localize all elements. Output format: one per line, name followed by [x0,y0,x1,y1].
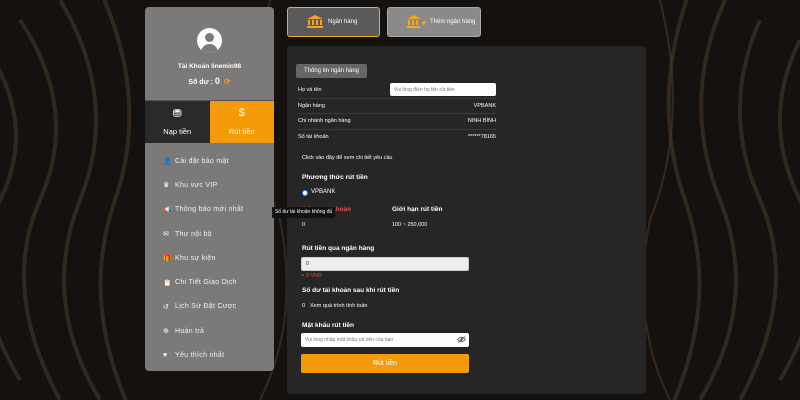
account-value: ******78165 [467,133,496,140]
deposit-icon: ⛃ [172,108,182,120]
add-bank-button-label: Thêm ngân hàng [430,19,476,25]
account-label: Số tài khoản [298,133,329,140]
menu-label: Thư nội bộ [175,230,212,238]
menu-item-bet-history[interactable]: ↺ Lịch Sử Đặt Cược [145,295,274,319]
bank-label: Ngân hàng [298,102,325,109]
branch-label: Chi nhánh ngân hàng [298,118,351,125]
account-sidebar: Tài Khoản linemin98 Số dư : 0 ⟳ ⛃ Nạp ti… [145,7,274,371]
menu-label: Chi Tiết Giao Dịch [175,279,237,287]
heart-icon: ♥ [163,352,168,360]
method-option-label: VPBANK [311,189,336,195]
gift-icon: 🎁 [163,255,173,263]
tab-deposit[interactable]: ⛃ Nạp tiền [145,101,210,143]
bank-withdraw-label: Rút tiền qua ngân hàng [302,245,375,252]
tab-withdraw[interactable]: $ Rút tiền [209,101,274,143]
menu-label: Khu sự kiện [175,254,216,262]
menu-item-favorites[interactable]: ♥ Yêu thích nhất [145,343,274,367]
info-row-bank: Ngân hàng VPBANK [298,97,496,114]
branch-value: NINH BÌNH [467,118,496,125]
withdraw-icon: $ [238,107,245,119]
after-balance-label: Số dư tài khoản sau khi rút tiền [302,287,400,294]
calc-process-link[interactable]: Xem quá trình tính toán [310,303,367,309]
details-link[interactable]: Click vào đây để xem chi tiết yêu cầu [302,155,393,161]
info-row-account: Số tài khoản ******78165 [298,128,496,145]
full-name-input[interactable] [390,83,496,97]
method-radio[interactable] [302,190,308,196]
mail-icon: ✉ [163,231,170,239]
menu-label: Hoàn trả [175,327,205,335]
tab-withdraw-label: Rút tiền [228,127,255,136]
limit-label: Giới hạn rút tiền [392,206,443,213]
bank-button-label: Ngân hàng [328,19,358,25]
bank-info-tag: Thông tin ngân hàng [296,64,367,78]
add-bank-icon [406,14,426,30]
user-gear-icon: 👤 [163,158,173,166]
after-balance-value: 0 [302,303,306,309]
sidebar-menu: 👤 Cài đặt bảo mật ♛ Khu vực VIP 📢 Thông báo… [145,143,274,368]
bank-icon [306,14,324,30]
bank-info-table: Họ và tên Ngân hàng VPBANK Chi nhánh ngâ… [298,82,496,144]
megaphone-icon: 📢 [163,206,173,214]
menu-item-mail[interactable]: ✉ Thư nội bộ [145,222,274,246]
withdraw-submit-button[interactable]: Rút tiền [301,354,469,373]
profile-section: Tài Khoản linemin98 Số dư : 0 ⟳ [145,7,274,100]
menu-label: Cài đặt bảo mật [175,157,229,165]
amount-input[interactable] [301,257,469,271]
account-balance-value: 0 [302,222,306,228]
name-label: Họ và tên [298,86,322,93]
info-row-branch: Chi nhánh ngân hàng NINH BÌNH [298,113,496,129]
tab-deposit-label: Nạp tiền [163,127,192,136]
account-name: Tài Khoản linemin98 [177,63,242,70]
eye-slash-icon[interactable] [456,336,467,345]
info-row-name: Họ và tên [298,82,496,98]
amount-vnd-note: = 0 VND [301,273,322,279]
menu-label: Yêu thích nhất [175,352,225,360]
add-bank-button[interactable]: Thêm ngân hàng [387,7,481,37]
menu-item-transactions[interactable]: 📋 Chi Tiết Giao Dịch [145,270,274,294]
clipboard-icon: 📋 [163,279,173,287]
withdraw-password-input[interactable] [301,333,469,347]
method-title: Phương thức rút tiền [302,174,368,181]
menu-item-security[interactable]: 👤 Cài đặt bảo mật [145,149,274,173]
crown-icon: ♛ [163,182,170,190]
menu-item-events[interactable]: 🎁 Khu sự kiện [145,246,274,270]
refund-icon: ⊕ [163,328,170,336]
history-icon: ↺ [163,303,170,311]
avatar-icon [197,28,222,53]
transaction-tabs: ⛃ Nạp tiền $ Rút tiền [145,100,274,143]
menu-item-news[interactable]: 📢 Thông báo mới nhất [145,198,274,222]
menu-item-refund[interactable]: ⊕ Hoàn trả [145,319,274,343]
balance-label: Số dư : [188,79,213,86]
menu-label: Thông báo mới nhất [175,206,244,214]
refresh-icon[interactable]: ⟳ [224,77,231,86]
withdraw-panel: Thông tin ngân hàng Họ và tên Ngân hàng … [287,46,646,394]
menu-label: Khu vực VIP [175,181,218,189]
bank-value: VPBANK [473,102,496,109]
limit-value: 100 ~ 250,000 [392,222,428,228]
menu-item-vip[interactable]: ♛ Khu vực VIP [145,173,274,197]
bank-button[interactable]: Ngân hàng [287,7,380,37]
password-label: Mật khẩu rút tiền [302,322,355,329]
balance-value: 0 [214,76,220,86]
insufficient-balance-tooltip: Số dư tài khoản không đủ [272,207,336,218]
menu-label: Lịch Sử Đặt Cược [175,303,237,311]
balance-row: Số dư : 0 ⟳ [145,76,274,86]
